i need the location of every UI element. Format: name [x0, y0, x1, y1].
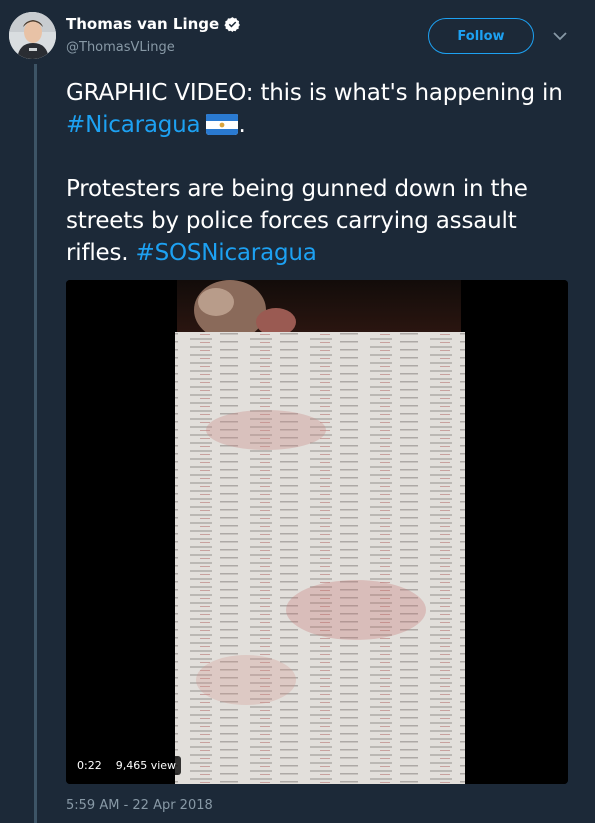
author-name[interactable]: Thomas van Linge	[66, 15, 219, 33]
tweet-text-part: GRAPHIC VIDEO: this is what's happening …	[66, 80, 563, 106]
avatar[interactable]	[9, 12, 56, 59]
tweet-timestamp[interactable]: 5:59 AM - 22 Apr 2018	[66, 798, 213, 813]
chevron-down-icon[interactable]	[552, 30, 568, 42]
hashtag-nicaragua-link[interactable]: #Nicaragua	[66, 112, 201, 138]
tweet-paragraph-2: Protesters are being gunned down in the …	[66, 173, 581, 269]
nicaragua-flag-icon	[206, 113, 239, 135]
thread-line	[34, 64, 37, 823]
video-views-badge: 9,465 view	[110, 756, 182, 775]
follow-button[interactable]: Follow	[428, 18, 534, 54]
tweet-text-part: .	[238, 112, 246, 138]
author-handle[interactable]: @ThomasVLinge	[66, 40, 175, 55]
hashtag-sosnicaragua-link[interactable]: #SOSNicaragua	[136, 240, 317, 266]
video-frame	[66, 280, 568, 784]
tweet-paragraph-1: GRAPHIC VIDEO: this is what's happening …	[66, 77, 581, 141]
author-row: Thomas van Linge	[66, 15, 241, 33]
verified-badge-icon	[224, 16, 241, 32]
avatar-photo	[9, 12, 56, 59]
video-player[interactable]	[66, 280, 568, 784]
tweet-text: GRAPHIC VIDEO: this is what's happening …	[66, 77, 581, 269]
video-badges: 0:22 9,465 view	[72, 756, 182, 775]
video-duration-badge: 0:22	[72, 756, 107, 775]
